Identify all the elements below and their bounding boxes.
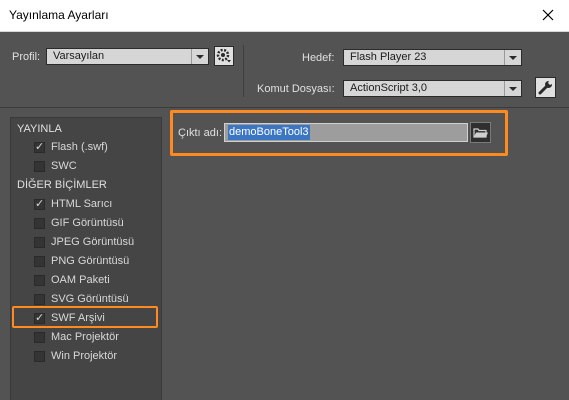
browse-folder-button[interactable] [470, 122, 491, 143]
format-item-label: Win Projektör [51, 350, 118, 362]
checkbox-mac-projector[interactable] [34, 332, 45, 343]
target-value: Flash Player 23 [350, 51, 427, 63]
format-list-panel: YAYINLA Flash (.swf) SWC DİĞER BİÇİMLER … [10, 117, 162, 400]
format-item-label: GIF Görüntüsü [51, 217, 124, 229]
format-item-label: OAM Paketi [51, 274, 110, 286]
profile-settings-button[interactable] [214, 46, 234, 66]
format-item-label: Mac Projektör [51, 331, 119, 343]
output-name-label: Çıktı adı: [178, 127, 223, 139]
script-dropdown[interactable]: ActionScript 3,0 [343, 80, 522, 97]
close-button[interactable] [537, 4, 559, 26]
format-settings-panel [162, 117, 569, 400]
checkbox-swc[interactable] [34, 161, 45, 172]
vertical-divider [243, 45, 244, 97]
format-item-label: PNG Görüntüsü [51, 255, 130, 267]
checkbox-oam[interactable] [34, 275, 45, 286]
chevron-down-icon [504, 81, 521, 96]
script-label: Komut Dosyası: [257, 83, 335, 95]
target-label: Hedef: [302, 52, 335, 64]
close-icon [542, 9, 554, 21]
title-bar: Yayınlama Ayarları [0, 0, 569, 32]
format-item-label: SVG Görüntüsü [51, 293, 129, 305]
profile-label: Profil: [12, 51, 41, 63]
target-dropdown[interactable]: Flash Player 23 [343, 49, 522, 66]
checkbox-jpeg[interactable] [34, 237, 45, 248]
output-name-value: demoBoneTool3 [228, 125, 310, 140]
checkbox-flash[interactable] [34, 140, 45, 153]
chevron-down-icon [504, 50, 521, 65]
settings-header: Profil: Varsayılan Hedef: Flash Player 2… [0, 32, 569, 108]
format-item-label: HTML Sarıcı [51, 198, 113, 210]
format-item-label: SWC [51, 160, 77, 172]
output-name-input[interactable]: demoBoneTool3 [224, 123, 468, 142]
profile-value: Varsayılan [53, 50, 105, 62]
chevron-down-icon [191, 49, 208, 64]
swf-archive-highlight [12, 306, 158, 328]
folder-icon [473, 128, 488, 138]
checkbox-gif[interactable] [34, 218, 45, 229]
format-item-label: JPEG Görüntüsü [51, 236, 135, 248]
script-value: ActionScript 3,0 [350, 82, 428, 94]
profile-dropdown[interactable]: Varsayılan [46, 48, 209, 65]
checkbox-html-wrapper[interactable] [34, 197, 45, 210]
wrench-icon [538, 80, 553, 95]
format-item-label: Flash (.swf) [51, 141, 108, 153]
section-other-formats-header: DİĞER BİÇİMLER [17, 179, 107, 191]
section-publish-header: YAYINLA [17, 123, 62, 135]
script-settings-button[interactable] [535, 77, 556, 98]
window-title: Yayınlama Ayarları [9, 8, 109, 22]
gear-icon [216, 48, 231, 63]
checkbox-svg[interactable] [34, 294, 45, 305]
checkbox-win-projector[interactable] [34, 351, 45, 362]
checkbox-png[interactable] [34, 256, 45, 267]
